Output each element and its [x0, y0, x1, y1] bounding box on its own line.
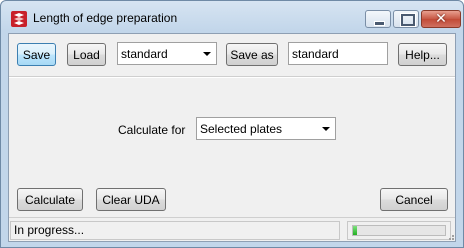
toolbar-separator	[9, 77, 455, 78]
save-button[interactable]: Save	[17, 43, 56, 66]
progress-fill	[353, 226, 357, 235]
close-icon: ✕	[435, 10, 447, 26]
settings-file-value: standard	[121, 46, 168, 61]
chevron-down-icon	[203, 52, 211, 56]
help-button[interactable]: Help...	[398, 43, 447, 66]
close-button[interactable]: ✕	[421, 10, 461, 28]
progress-bar	[347, 221, 451, 240]
settings-file-select[interactable]: standard	[117, 42, 217, 65]
resize-grip-icon[interactable]	[445, 231, 455, 241]
dialog-window: Length of edge preparation ✕ Save Load s…	[0, 0, 464, 248]
minimize-button[interactable]	[365, 10, 391, 28]
clear-uda-button[interactable]: Clear UDA	[96, 188, 166, 211]
title-bar[interactable]: Length of edge preparation ✕	[1, 1, 463, 34]
calculate-for-select[interactable]: Selected plates	[196, 117, 336, 140]
progress-track	[352, 225, 446, 236]
calculate-button[interactable]: Calculate	[17, 188, 83, 211]
status-text: In progress...	[10, 221, 340, 240]
save-as-name-field[interactable]: standard	[288, 42, 388, 65]
chevron-down-icon	[322, 127, 330, 131]
dialog-body: Save Load standard Save as standard Help…	[8, 33, 456, 242]
load-button[interactable]: Load	[67, 43, 106, 66]
app-logo-icon	[11, 11, 27, 27]
window-title: Length of edge preparation	[33, 11, 178, 25]
calculate-for-value: Selected plates	[200, 121, 283, 136]
save-as-button[interactable]: Save as	[226, 43, 278, 66]
calculate-for-label: Calculate for	[118, 123, 186, 137]
settings-toolbar: Save Load standard Save as standard Help…	[9, 34, 455, 77]
status-bar: In progress...	[9, 217, 455, 241]
cancel-button[interactable]: Cancel	[380, 188, 448, 211]
maximize-button[interactable]	[393, 10, 419, 28]
